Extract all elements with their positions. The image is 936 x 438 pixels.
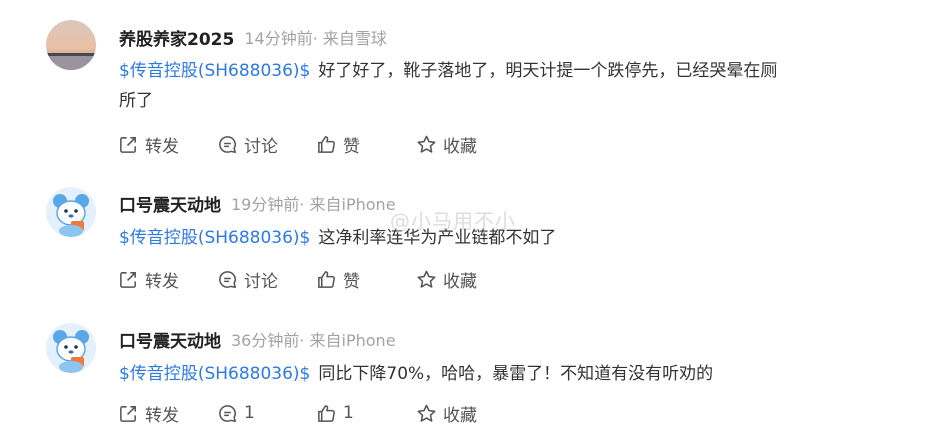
post-meta: 14分钟前· 来自雪球	[244, 29, 387, 48]
repost-icon	[120, 136, 136, 153]
comment-label: 讨论	[244, 271, 278, 292]
like-label: 赞	[343, 136, 360, 157]
stock-link[interactable]: $传音控股(SH688036)$	[119, 61, 310, 81]
favorite-button[interactable]: 收藏	[416, 266, 477, 292]
avatar[interactable]	[46, 323, 96, 373]
post-text-continued: 所了	[119, 91, 153, 111]
watermark: @小马用不小	[390, 209, 516, 233]
sunset-avatar-image	[46, 20, 96, 70]
comment-icon	[219, 404, 237, 422]
mascot-avatar-image	[46, 187, 96, 237]
stock-link[interactable]: $传音控股(SH688036)$	[119, 228, 310, 248]
repost-button[interactable]: 转发	[118, 131, 179, 157]
favorite-label: 收藏	[443, 271, 477, 292]
favorite-label: 收藏	[443, 405, 477, 426]
comment-button[interactable]: 讨论	[217, 131, 278, 157]
thumbs-up-icon	[318, 404, 335, 422]
post-content: $传音控股(SH688036)$ 同比下降70%，哈哈，暴雷了！不知道有没有听劝的	[119, 359, 839, 389]
repost-icon	[120, 271, 136, 288]
repost-label: 转发	[145, 271, 179, 292]
repost-label: 转发	[145, 136, 179, 157]
username[interactable]: 口号震天动地	[119, 191, 221, 216]
post-meta: 19分钟前· 来自iPhone	[231, 195, 396, 214]
like-button[interactable]: 赞	[316, 266, 360, 292]
comment-button[interactable]: 讨论	[217, 266, 278, 292]
stock-link[interactable]: $传音控股(SH688036)$	[119, 364, 310, 384]
avatar[interactable]	[46, 20, 96, 70]
username[interactable]: 口号震天动地	[119, 327, 221, 352]
like-count: 1	[343, 403, 354, 423]
repost-label: 转发	[145, 405, 179, 426]
mascot-avatar-image	[46, 323, 96, 373]
repost-button[interactable]: 转发	[118, 400, 179, 426]
comment-button[interactable]: 1	[217, 400, 255, 426]
repost-button[interactable]: 转发	[118, 266, 179, 292]
repost-icon	[120, 405, 136, 422]
post-content: $传音控股(SH688036)$ 好了好了，靴子落地了，明天计提一个跌停先，已经哭…	[119, 56, 839, 116]
post-text: 好了好了，靴子落地了，明天计提一个跌停先，已经哭晕在厕	[318, 61, 778, 81]
like-button[interactable]: 1	[316, 400, 354, 426]
like-label: 赞	[343, 271, 360, 292]
star-icon	[417, 270, 436, 288]
comment-count: 1	[244, 403, 255, 423]
post-meta: 36分钟前· 来自iPhone	[231, 331, 396, 350]
comment-icon	[219, 135, 237, 153]
star-icon	[417, 135, 436, 153]
post-text: 同比下降70%，哈哈，暴雷了！不知道有没有听劝的	[318, 364, 714, 384]
comment-icon	[219, 270, 237, 288]
avatar[interactable]	[46, 187, 96, 237]
favorite-label: 收藏	[443, 136, 477, 157]
thumbs-up-icon	[318, 135, 335, 153]
favorite-button[interactable]: 收藏	[416, 400, 477, 426]
like-button[interactable]: 赞	[316, 131, 360, 157]
favorite-button[interactable]: 收藏	[416, 131, 477, 157]
username[interactable]: 养股养家2025	[119, 25, 234, 50]
star-icon	[417, 404, 436, 422]
comment-feed: 养股养家2025 14分钟前· 来自雪球 $传音控股(SH688036)$ 好了好…	[0, 0, 936, 438]
thumbs-up-icon	[318, 270, 335, 288]
comment-label: 讨论	[244, 136, 278, 157]
